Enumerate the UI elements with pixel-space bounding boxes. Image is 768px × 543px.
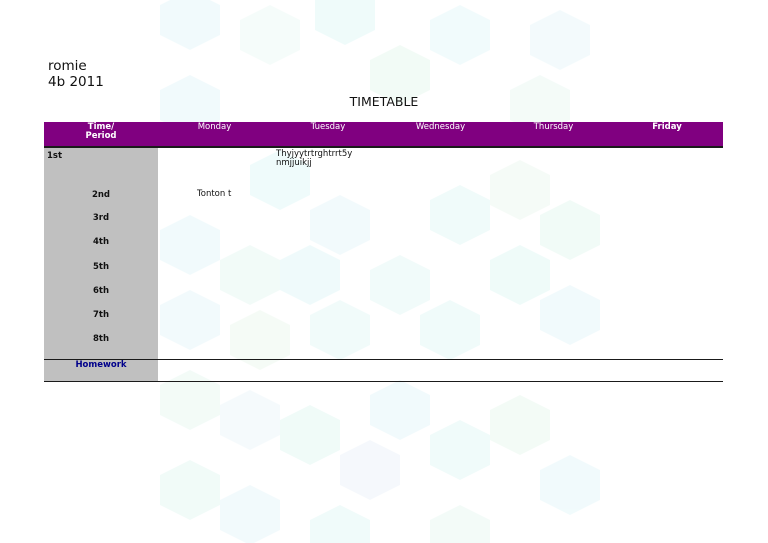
day-header-friday: Friday (652, 122, 682, 132)
period-5th: 5th (92, 262, 110, 272)
day-header-thursday: Thursday (533, 122, 574, 132)
cell-tuesday-1st-line2: nmjjuikjj (276, 158, 312, 168)
day-header-wednesday: Wednesday (415, 122, 466, 132)
period-3rd: 3rd (92, 213, 110, 223)
period-6th: 6th (92, 286, 110, 296)
time-period-header: Time/ Period (44, 122, 158, 146)
period-7th: 7th (92, 310, 110, 320)
period-4th: 4th (92, 237, 110, 247)
day-header-tuesday: Tuesday (310, 122, 346, 132)
timetable-header-row: Time/ Period Monday Tuesday Wednesday Th… (44, 122, 723, 148)
page-title: TIMETABLE (349, 94, 419, 109)
period-2nd: 2nd (91, 190, 111, 200)
student-name: romie (48, 58, 87, 74)
class-year: 4b 2011 (48, 74, 104, 90)
period-header-label: Period (85, 131, 117, 141)
period-8th: 8th (92, 334, 110, 344)
period-1st: 1st (47, 151, 63, 161)
cell-tuesday-1st[interactable]: Thyjyytrtrghtrrt5y nmjjuikjj (276, 150, 352, 168)
cell-monday-2nd[interactable]: Tonton t (197, 190, 231, 199)
homework-label: Homework (75, 360, 127, 370)
period-column: 1st 2nd 3rd 4th 5th 6th 7th 8th (44, 148, 158, 359)
homework-bottom-divider (44, 381, 723, 382)
student-info: romie 4b 2011 (48, 58, 104, 90)
day-header-monday: Monday (197, 122, 232, 132)
